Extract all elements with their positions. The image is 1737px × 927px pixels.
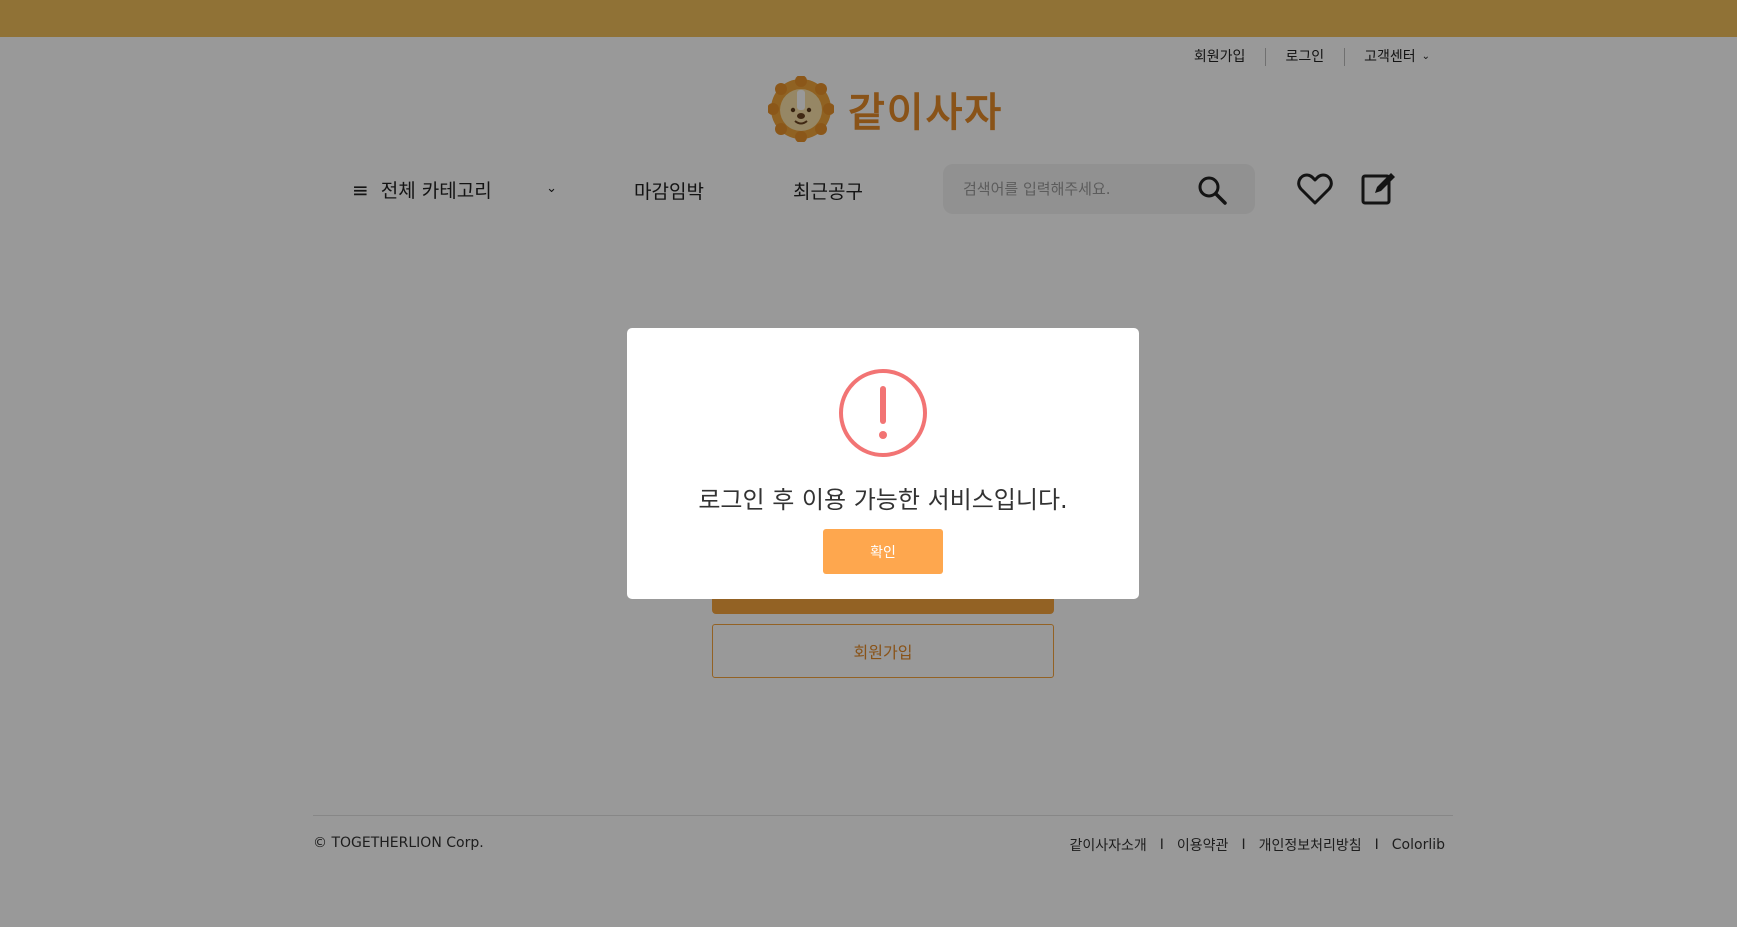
warning-icon — [839, 369, 927, 457]
alert-dialog: 로그인 후 이용 가능한 서비스입니다. 확인 — [627, 328, 1139, 599]
confirm-button[interactable]: 확인 — [823, 529, 943, 574]
alert-message: 로그인 후 이용 가능한 서비스입니다. — [698, 486, 1068, 514]
